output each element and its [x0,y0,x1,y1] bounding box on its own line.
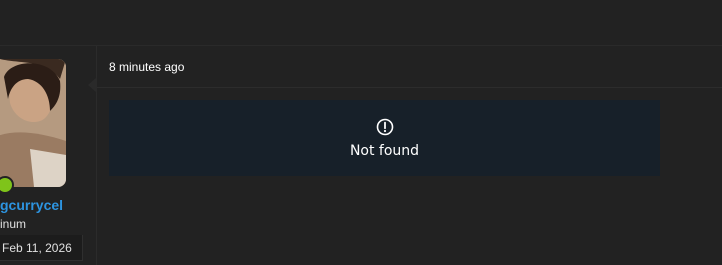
join-date: Feb 11, 2026 [0,235,83,261]
post-timestamp-link[interactable]: 8 minutes ago [109,60,184,74]
user-title: inum [0,217,27,231]
author-panel: gcurrycel inum Feb 11, 2026 [0,46,97,265]
post-header: 8 minutes ago [97,46,722,88]
post-page: gcurrycel inum Feb 11, 2026 8 minutes ag… [0,0,722,265]
online-status-indicator [0,176,14,194]
avatar-image [0,59,66,187]
post-pointer-arrow [88,77,97,93]
username-link[interactable]: gcurrycel [0,197,63,213]
top-bar [0,0,722,46]
not-found-message: Not found [349,143,420,159]
alert-circle-icon [376,118,394,136]
not-found-notice: Not found [109,100,660,176]
avatar[interactable] [0,59,66,187]
